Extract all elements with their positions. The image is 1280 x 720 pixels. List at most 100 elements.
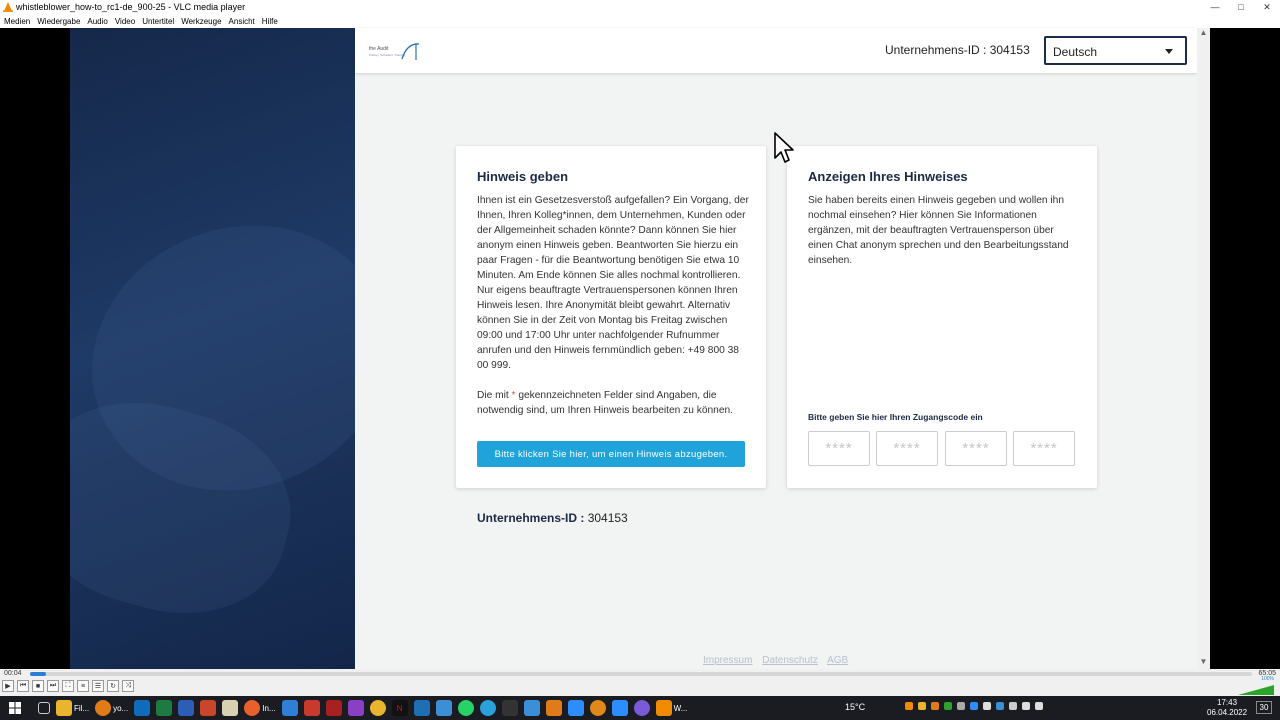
menu-ansicht[interactable]: Ansicht: [229, 17, 255, 26]
app-icon[interactable]: [303, 700, 320, 716]
taskbar-vlc[interactable]: W...: [655, 700, 688, 716]
company-id-value: 304153: [587, 511, 628, 525]
tray-icon[interactable]: [905, 702, 913, 710]
app-icon[interactable]: [501, 700, 518, 716]
page-scrollbar[interactable]: ▲ ▼: [1197, 28, 1210, 669]
menu-audio[interactable]: Audio: [87, 17, 107, 26]
menu-video[interactable]: Video: [115, 17, 135, 26]
chrome-icon[interactable]: [369, 700, 386, 716]
play-icon[interactable]: ▶: [2, 680, 14, 692]
link-agb[interactable]: AGB: [827, 655, 848, 666]
app-icon[interactable]: [545, 700, 562, 716]
access-code-field-3[interactable]: ****: [945, 431, 1007, 466]
taskbar-app-label: W...: [673, 703, 688, 713]
app-icon[interactable]: [413, 700, 430, 716]
clock-time: 17:43: [1217, 698, 1238, 707]
app-icon[interactable]: [589, 700, 606, 716]
telegram-icon[interactable]: [479, 700, 496, 716]
app-icon[interactable]: [435, 700, 452, 716]
app-icon[interactable]: [633, 700, 650, 716]
logo-text: the Audit: [369, 46, 389, 52]
outlook-icon[interactable]: [134, 700, 151, 716]
app-icon[interactable]: [325, 700, 342, 716]
tray-icon[interactable]: [918, 702, 926, 710]
playlist-icon[interactable]: ☰: [92, 680, 104, 692]
scroll-down-icon[interactable]: ▼: [1197, 657, 1210, 669]
company-id-label: Unternehmens-ID :: [477, 511, 585, 525]
speaker-icon[interactable]: [1035, 702, 1043, 710]
shuffle-icon[interactable]: ⤨: [122, 680, 134, 692]
word-icon[interactable]: [178, 700, 195, 716]
firefox-icon: [244, 700, 261, 716]
control-buttons: ▶ ⏮ ■ ⏭ ⛶ ≡ ☰ ↻ ⤨: [2, 680, 134, 692]
zoom-icon[interactable]: [567, 700, 584, 716]
seek-bar[interactable]: [30, 672, 1252, 676]
scroll-up-icon[interactable]: ▲: [1197, 28, 1210, 40]
submit-report-button[interactable]: Bitte klicken Sie hier, um einen Hinweis…: [477, 441, 745, 467]
required-note: Die mit * gekennzeichneten Felder sind A…: [477, 390, 733, 416]
menu-wiedergabe[interactable]: Wiedergabe: [37, 17, 80, 26]
card-body: Ihnen ist ein Gesetzesverstoß aufgefalle…: [477, 193, 749, 418]
tray-icon[interactable]: [944, 702, 952, 710]
link-impressum[interactable]: Impressum: [703, 655, 752, 666]
folder-icon: [56, 700, 72, 716]
tray-icon[interactable]: [983, 702, 991, 710]
volume-slider[interactable]: 100%: [1238, 676, 1274, 695]
stop-icon[interactable]: ■: [32, 680, 44, 692]
maximize-button[interactable]: □: [1228, 2, 1254, 12]
app-icon[interactable]: [523, 700, 540, 716]
minimize-button[interactable]: —: [1202, 2, 1228, 12]
extended-settings-icon[interactable]: ≡: [77, 680, 89, 692]
footer-links: Impressum Datenschutz AGB: [703, 655, 855, 666]
tray-icon[interactable]: [970, 702, 978, 710]
taskbar-app-label: Fil...: [74, 703, 90, 713]
previous-icon[interactable]: ⏮: [17, 680, 29, 692]
clock[interactable]: 17:43 06.04.2022: [1207, 698, 1247, 718]
whatsapp-icon[interactable]: [457, 700, 474, 716]
taskbar-file-explorer[interactable]: Fil...: [56, 700, 89, 716]
video-area[interactable]: the Audit Polizey, Schadenz Training Unt…: [0, 28, 1280, 669]
fullscreen-icon[interactable]: ⛶: [62, 680, 74, 692]
volume-triangle-icon: [1238, 685, 1274, 695]
submit-report-card: Hinweis geben Ihnen ist ein Gesetzesvers…: [456, 146, 766, 488]
loop-icon[interactable]: ↻: [107, 680, 119, 692]
task-view-icon[interactable]: [38, 702, 50, 714]
app-icon[interactable]: [281, 700, 298, 716]
language-select[interactable]: Deutsch: [1044, 36, 1187, 65]
company-logo[interactable]: the Audit Polizey, Schadenz Training: [369, 41, 421, 61]
time-elapsed: 00:04: [4, 670, 22, 677]
menu-untertitel[interactable]: Untertitel: [142, 17, 174, 26]
notification-center-icon[interactable]: 30: [1256, 701, 1272, 714]
card-body: Sie haben bereits einen Hinweis gegeben …: [808, 193, 1080, 268]
powerpoint-icon[interactable]: [200, 700, 217, 716]
app-icon[interactable]: [347, 700, 364, 716]
menu-hilfe[interactable]: Hilfe: [262, 17, 278, 26]
tray-icon[interactable]: [996, 702, 1004, 710]
tray-icon[interactable]: [957, 702, 965, 710]
access-code-field-1[interactable]: ****: [808, 431, 870, 466]
player-controls: 00:04 65:05 ▶ ⏮ ■ ⏭ ⛶ ≡ ☰ ↻ ⤨ 100%: [0, 669, 1280, 696]
link-datenschutz[interactable]: Datenschutz: [762, 655, 818, 666]
intro-text: Ihnen ist ein Gesetzesverstoß aufgefalle…: [477, 195, 749, 371]
taskbar-search-app[interactable]: yo...: [95, 700, 128, 716]
weather-widget[interactable]: 15°C: [845, 702, 865, 712]
tray-icon[interactable]: [1009, 702, 1017, 710]
menu-werkzeuge[interactable]: Werkzeuge: [181, 17, 221, 26]
access-code-field-4[interactable]: ****: [1013, 431, 1075, 466]
next-icon[interactable]: ⏭: [47, 680, 59, 692]
taskbar-firefox[interactable]: In...: [244, 700, 276, 716]
windows-start-icon[interactable]: [9, 702, 21, 714]
netflix-icon[interactable]: N: [391, 700, 408, 716]
app-icon[interactable]: [611, 700, 628, 716]
tray-icon[interactable]: [931, 702, 939, 710]
wifi-icon[interactable]: [1022, 702, 1030, 710]
card-title: Hinweis geben: [477, 169, 569, 184]
taskbar-apps: Fil... yo... In... N W...: [38, 700, 687, 716]
close-button[interactable]: ✕: [1254, 2, 1280, 13]
excel-icon[interactable]: [156, 700, 173, 716]
search-icon: [95, 700, 112, 716]
system-tray: [905, 702, 1043, 710]
menu-medien[interactable]: Medien: [4, 17, 30, 26]
access-code-field-2[interactable]: ****: [876, 431, 938, 466]
app-icon[interactable]: [222, 700, 239, 716]
